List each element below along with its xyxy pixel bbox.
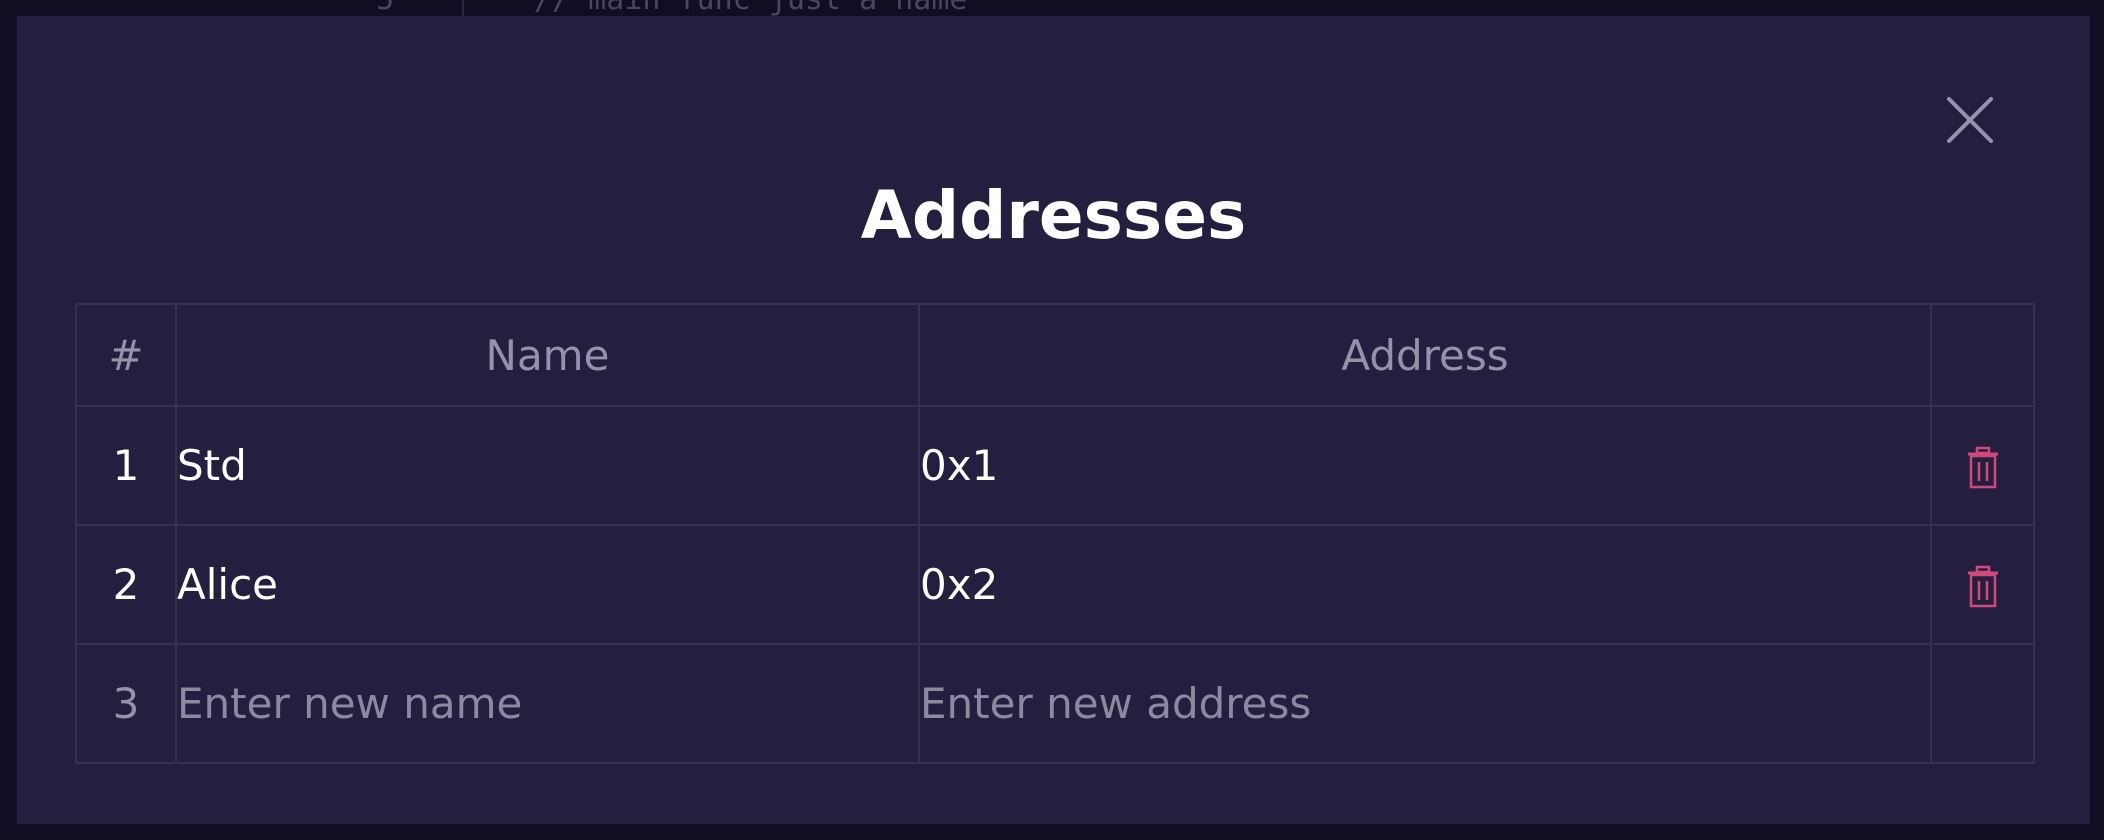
column-header-address: Address (918, 303, 1932, 407)
new-name-input[interactable] (177, 679, 918, 728)
addresses-modal: Addresses # Name Address 1 Std 0x1 2 Ali… (17, 16, 2090, 824)
row-address[interactable]: 0x1 (918, 405, 1932, 526)
addresses-table: # Name Address 1 Std 0x1 2 Alice 0x2 3 E… (75, 303, 2035, 764)
background-code-editor: 5 // main func just a name (0, 0, 2104, 16)
editor-line-number: 5 (376, 0, 394, 16)
new-row-index: 3 (75, 643, 177, 764)
trash-icon (1967, 447, 1998, 489)
row-index: 2 (75, 524, 177, 645)
new-address-input[interactable] (920, 679, 1930, 728)
modal-title: Addresses (860, 177, 1247, 254)
new-name-cell (175, 643, 920, 764)
table-row: 1 Std 0x1 (75, 405, 2035, 526)
new-row-empty-cell (1930, 643, 2035, 764)
delete-row-button[interactable] (1966, 565, 2000, 609)
editor-code-line: // main func just a name (534, 0, 967, 16)
editor-gutter-divider (462, 0, 464, 16)
delete-cell (1930, 524, 2035, 645)
new-entry-row: 3 (75, 643, 2035, 764)
column-header-name: Name (175, 303, 920, 407)
delete-row-button[interactable] (1966, 446, 2000, 490)
column-header-actions (1930, 303, 2035, 407)
column-header-number: # (75, 303, 177, 407)
row-index: 1 (75, 405, 177, 526)
row-name[interactable]: Std (175, 405, 920, 526)
close-icon (1947, 97, 1993, 143)
trash-icon (1967, 566, 1998, 608)
delete-cell (1930, 405, 2035, 526)
table-header-row: # Name Address (75, 303, 2035, 407)
new-address-cell (918, 643, 1932, 764)
close-button[interactable] (1940, 90, 2000, 150)
table-row: 2 Alice 0x2 (75, 524, 2035, 645)
row-name[interactable]: Alice (175, 524, 920, 645)
row-address[interactable]: 0x2 (918, 524, 1932, 645)
